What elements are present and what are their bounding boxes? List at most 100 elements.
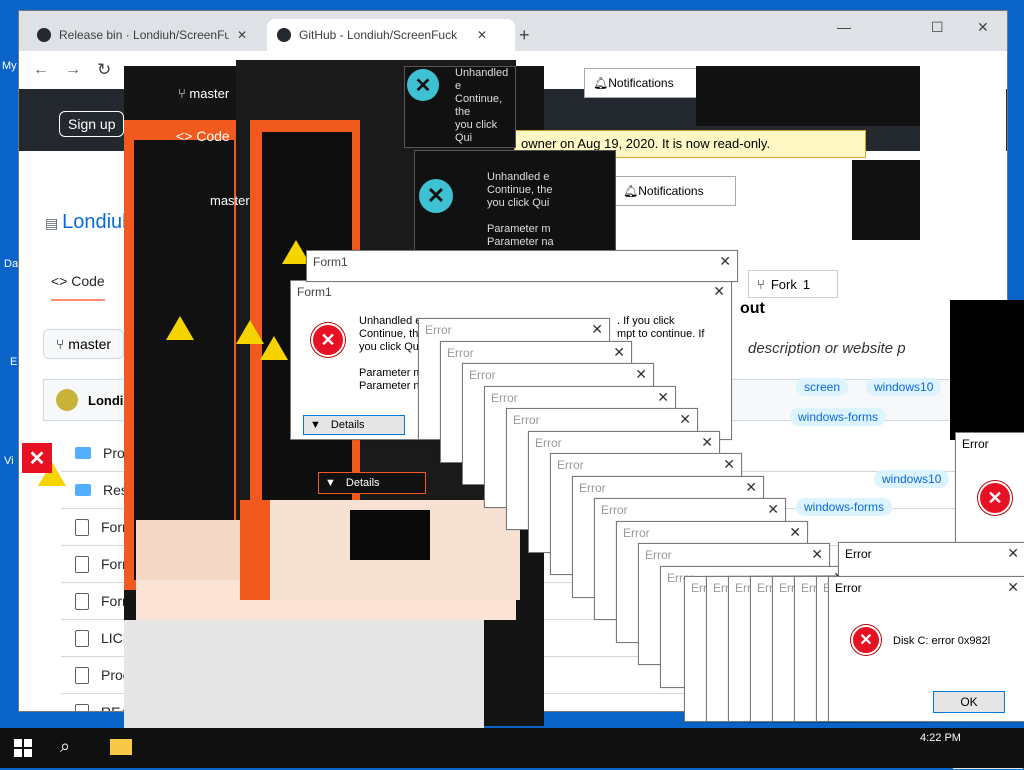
desktop-icon-label[interactable]: My (2, 60, 17, 72)
form1-message: Unhandled e Continue, the you click Qui (455, 67, 509, 144)
caret-down-icon: ▼ (325, 477, 336, 489)
file-explorer-icon[interactable] (110, 739, 132, 755)
reload-button[interactable]: ↻ (97, 60, 111, 80)
warning-icon (166, 316, 194, 340)
code-label: <> Code (176, 128, 230, 144)
close-circle-icon: ✕ (419, 179, 453, 213)
close-icon[interactable]: ✕ (1007, 579, 1019, 596)
file-icon (75, 629, 89, 647)
dialog-title: Error✕ (835, 579, 1019, 596)
tab-release[interactable]: Release bin · Londiuh/ScreenFuck ✕ (27, 19, 277, 51)
close-icon[interactable]: ✕ (789, 524, 801, 541)
details-button[interactable]: ▼ Details (303, 415, 405, 435)
branch-label: ⑂ master (178, 86, 230, 101)
warning-icon (236, 320, 264, 344)
clock: 4:22 PM (920, 732, 961, 744)
close-icon[interactable]: ✕ (767, 501, 779, 518)
close-icon[interactable]: ✕ (679, 411, 691, 428)
branch-selector[interactable]: ⑂ master (43, 329, 125, 359)
about-description: description or website p (748, 340, 906, 357)
topic-tag[interactable]: screen (796, 378, 849, 396)
repo-owner-link[interactable]: ▤ Londiuh (45, 211, 133, 234)
close-icon[interactable]: ✕ (635, 366, 647, 383)
close-icon[interactable]: ✕ (713, 283, 725, 300)
close-icon[interactable]: ✕ (745, 479, 757, 496)
form1-dark-dialog: ✕ Unhandled e Continue, the you click Qui … (414, 150, 616, 262)
close-icon[interactable]: ✕ (1007, 545, 1019, 562)
fork-button[interactable]: ⑂ Fork 1 (748, 270, 838, 298)
avatar[interactable] (56, 389, 78, 411)
glitch-region (240, 500, 270, 600)
details-button[interactable]: ▼ Details (318, 472, 426, 494)
glitch-region (124, 620, 484, 728)
tab-github[interactable]: GitHub - Londiuh/ScreenFuck ✕ (267, 19, 515, 51)
tab-code[interactable]: <> Code (51, 273, 105, 301)
dialog-title: Error✕ (845, 545, 1019, 562)
file-icon (75, 703, 89, 711)
maximize-button[interactable]: ☐ (931, 19, 944, 36)
notifications-button[interactable]: 🔔︎ Notifications (614, 176, 736, 206)
file-icon (75, 555, 89, 573)
glitch-region (696, 66, 922, 126)
close-icon[interactable]: ✕ (811, 546, 823, 563)
repo-icon: ▤ (45, 215, 63, 231)
close-icon[interactable]: ✕ (657, 389, 669, 406)
dialog-title: Form1 ✕ (297, 283, 725, 300)
desktop-icon-label[interactable]: Da (4, 258, 18, 270)
form1-dialog: Form1 ✕ (306, 250, 738, 282)
form1-message: Unhandled e Continue, the you click Qui Pa… (359, 315, 426, 392)
minimize-button[interactable]: — (837, 19, 851, 35)
form1-dark-dialog: ✕ Unhandled e Continue, the you click Qui (404, 66, 516, 148)
new-tab-button[interactable]: + (519, 25, 530, 46)
close-icon[interactable]: ✕ (719, 253, 731, 270)
error-icon: ✕ (851, 625, 881, 655)
folder-icon (75, 447, 91, 459)
back-button[interactable]: ← (33, 61, 49, 79)
desktop-icon-label[interactable]: E (10, 356, 17, 368)
close-icon[interactable]: ✕ (723, 456, 735, 473)
tab-label: GitHub - Londiuh/ScreenFuck (299, 28, 458, 42)
branch-icon: ⑂ (56, 336, 69, 352)
file-icon (75, 666, 89, 684)
close-window-button[interactable]: ✕ (977, 19, 989, 36)
windows-start-icon[interactable] (14, 739, 32, 757)
folder-icon (75, 484, 91, 496)
close-circle-icon: ✕ (407, 69, 439, 101)
close-icon[interactable]: ✕ (237, 28, 247, 42)
dialog-title: Error (962, 437, 989, 451)
desktop-icon-label[interactable]: Vi (4, 455, 14, 467)
glitch-region (920, 66, 1006, 306)
error-icon: ✕ (978, 481, 1012, 515)
github-icon (277, 28, 291, 42)
topic-tag[interactable]: windows10 (874, 470, 950, 488)
caret-down-icon: ▼ (310, 419, 321, 431)
dialog-title: Form1 ✕ (313, 253, 731, 270)
taskbar: ⌕ 4:22 PM (0, 728, 1024, 768)
close-icon[interactable]: ✕ (591, 321, 603, 338)
notifications-button[interactable]: 🔔︎ Notifications (584, 68, 706, 98)
file-icon (75, 518, 89, 536)
close-icon[interactable]: ✕ (613, 344, 625, 361)
close-icon[interactable]: ✕ (701, 434, 713, 451)
glitch-region (350, 510, 430, 560)
warning-icon (260, 336, 288, 360)
error-message: Disk C: error 0x982l (893, 635, 991, 647)
error-icon: ✕ (311, 323, 345, 357)
forward-button[interactable]: → (65, 61, 81, 79)
error-dialog: Error ✕ (955, 432, 1024, 544)
topic-tag[interactable]: windows10 (866, 378, 942, 396)
bell-icon: 🔔︎ (623, 184, 639, 198)
fork-icon: ⑂ (757, 276, 765, 292)
form1-message-right: . If you click mpt to continue. If (617, 315, 705, 340)
sign-up-button[interactable]: Sign up (59, 111, 125, 137)
branch-label: master (210, 193, 250, 208)
ok-button[interactable]: OK (933, 691, 1005, 713)
form1-message: Unhandled e Continue, the you click Qui Pa… (487, 171, 554, 248)
topic-tag[interactable]: windows-forms (790, 408, 887, 426)
search-icon[interactable]: ⌕ (60, 736, 70, 757)
close-icon[interactable]: ✕ (477, 28, 487, 42)
topic-tag[interactable]: windows-forms (796, 498, 893, 516)
github-icon (37, 28, 51, 42)
code-icon: <> (51, 273, 72, 289)
bell-icon: 🔔︎ (593, 76, 609, 90)
